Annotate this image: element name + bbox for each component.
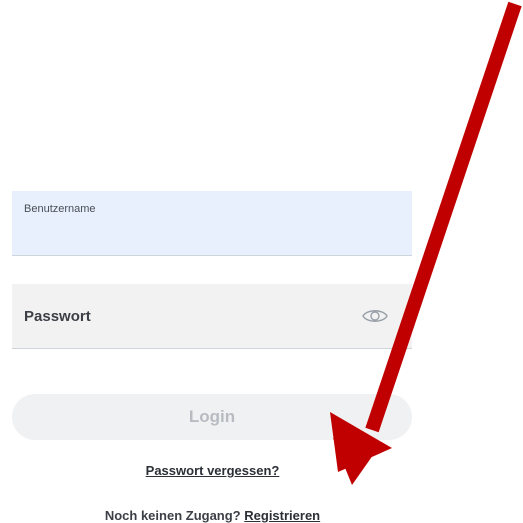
arrow-annotation bbox=[330, 1, 522, 485]
forgot-password-link[interactable]: Passwort vergessen? bbox=[0, 463, 425, 478]
register-link[interactable]: Registrieren bbox=[244, 508, 320, 523]
login-page: Benutzername Login Passwort vergessen? N… bbox=[0, 0, 523, 523]
username-label: Benutzername bbox=[24, 203, 96, 215]
username-field[interactable]: Benutzername bbox=[12, 191, 412, 256]
login-button[interactable]: Login bbox=[12, 394, 412, 440]
register-line: Noch keinen Zugang? Registrieren bbox=[0, 508, 425, 523]
username-input[interactable] bbox=[24, 221, 394, 245]
password-field[interactable] bbox=[12, 284, 412, 349]
password-input[interactable] bbox=[24, 304, 344, 328]
no-account-text: Noch keinen Zugang? bbox=[104, 508, 241, 523]
eye-icon[interactable] bbox=[362, 307, 388, 325]
